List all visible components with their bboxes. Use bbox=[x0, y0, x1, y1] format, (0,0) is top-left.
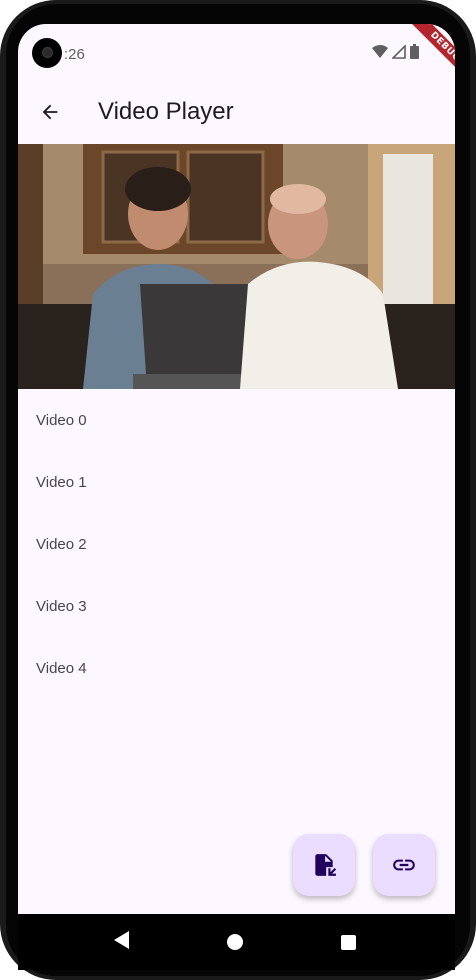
debug-label: DEBUG bbox=[404, 24, 455, 88]
nav-home-icon[interactable] bbox=[227, 934, 243, 950]
nav-recents-icon[interactable] bbox=[341, 935, 356, 950]
list-item-video-1[interactable]: Video 1 bbox=[18, 451, 455, 513]
nav-back-icon[interactable] bbox=[114, 931, 130, 949]
list-item-video-4[interactable]: Video 4 bbox=[18, 637, 455, 699]
video-player[interactable] bbox=[18, 144, 455, 389]
file-open-icon bbox=[315, 854, 337, 876]
status-time: :26 bbox=[64, 46, 85, 63]
open-file-button[interactable] bbox=[293, 834, 355, 896]
list-item-video-2[interactable]: Video 2 bbox=[18, 513, 455, 575]
video-list: Video 0 Video 1 Video 2 Video 3 Video 4 bbox=[18, 389, 455, 699]
debug-banner: DEBUG bbox=[385, 24, 455, 94]
page-title: Video Player bbox=[98, 98, 234, 125]
back-button[interactable] bbox=[30, 92, 70, 132]
open-link-button[interactable] bbox=[373, 834, 435, 896]
system-nav-bar bbox=[18, 914, 455, 970]
front-camera bbox=[32, 38, 62, 68]
arrow-back-icon bbox=[42, 104, 58, 120]
list-item-label: Video 2 bbox=[36, 535, 87, 553]
link-icon bbox=[393, 859, 415, 871]
list-item-label: Video 1 bbox=[36, 473, 87, 491]
video-frame bbox=[18, 144, 455, 389]
list-item-label: Video 0 bbox=[36, 411, 87, 429]
list-item-video-0[interactable]: Video 0 bbox=[18, 389, 455, 451]
list-item-video-3[interactable]: Video 3 bbox=[18, 575, 455, 637]
list-item-label: Video 4 bbox=[36, 659, 87, 677]
list-item-label: Video 3 bbox=[36, 597, 87, 615]
